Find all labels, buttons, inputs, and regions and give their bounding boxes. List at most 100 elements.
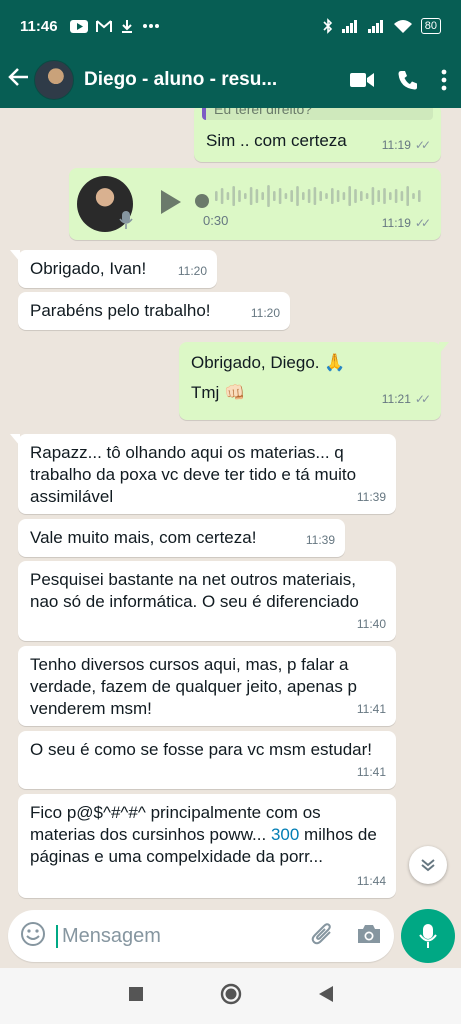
status-time: 11:46 [20, 17, 58, 35]
waveform-bar [215, 191, 218, 201]
message-bubble-incoming[interactable]: O seu é como se fosse para vc msm estuda… [18, 731, 396, 789]
status-right-icons: 80 [323, 18, 441, 34]
message-meta: 11:40 [357, 613, 386, 635]
triangle-back-icon [318, 985, 333, 1002]
waveform-bar [296, 186, 299, 206]
chat-header: Diego - aluno - resu... [0, 52, 461, 108]
message-bubble-incoming[interactable]: Pesquisei bastante na net outros materia… [18, 561, 396, 641]
contact-name[interactable]: Diego - aluno - resu... [84, 69, 294, 91]
double-chevron-down-icon [421, 859, 435, 872]
phone-number-link[interactable]: 300 [271, 825, 299, 844]
quoted-message[interactable]: Eu terei direito? [202, 108, 433, 120]
video-call-button[interactable] [349, 71, 375, 89]
waveform-bar [220, 188, 224, 204]
back-nav-button[interactable] [318, 985, 333, 1007]
message-text: Sim .. com certeza [206, 131, 347, 150]
chat-messages[interactable]: Eu terei direito? Sim .. com certeza 11:… [0, 108, 461, 906]
read-ticks-icon: ✓✓ [414, 392, 431, 406]
message-bubble-incoming[interactable]: Rapazz... tô olhando aqui os materias...… [10, 434, 396, 514]
message-bubble-outgoing[interactable]: Obrigado, Diego. 🙏 Tmj 👊🏻 11:21 ✓✓ [179, 342, 449, 420]
waveform-bar [389, 192, 392, 200]
waveform-bar [418, 190, 421, 202]
attach-button[interactable] [310, 922, 336, 951]
status-bar: 11:46 80 [0, 0, 461, 52]
message-bubble-incoming[interactable]: Obrigado, Ivan! 11:20 [10, 250, 217, 288]
message-bubble-outgoing[interactable]: Eu terei direito? Sim .. com certeza 11:… [194, 108, 441, 162]
more-dots-icon [142, 24, 159, 28]
status-left-icons [69, 19, 160, 33]
signal-icon [341, 20, 357, 33]
gmail-icon [95, 19, 112, 32]
message-time: 11:44 [356, 874, 386, 888]
recents-button[interactable] [128, 986, 143, 1006]
message-time: 11:39 [305, 533, 335, 547]
message-bubble-incoming[interactable]: Parabéns pelo trabalho! 11:20 [18, 292, 290, 330]
bluetooth-icon [323, 18, 332, 34]
waveform-bar [383, 188, 386, 204]
message-time: 11:21 [381, 392, 411, 406]
waveform-bar [261, 192, 264, 200]
message-text: Rapazz... tô olhando aqui os materias...… [30, 443, 357, 506]
message-text: Vale muito mais, com certeza! [30, 528, 257, 547]
battery-level: 80 [420, 18, 441, 34]
waveform-bar [244, 193, 247, 199]
video-call-icon [350, 73, 374, 87]
more-vert-icon [441, 69, 447, 91]
audio-waveform[interactable] [215, 184, 425, 208]
audio-message[interactable]: 0:30 11:19 ✓✓ [69, 168, 441, 240]
waveform-bar [302, 192, 305, 200]
waveform-bar [348, 186, 351, 206]
waveform-bar [406, 186, 409, 206]
message-time: 11:39 [356, 490, 386, 504]
message-meta: 11:41 [357, 698, 386, 720]
waveform-bar [377, 190, 380, 202]
back-arrow-icon [8, 68, 28, 86]
emoji-button[interactable] [20, 921, 46, 952]
audio-duration: 0:30 [203, 213, 229, 228]
paperclip-icon [311, 922, 331, 944]
audio-progress-handle[interactable] [195, 194, 209, 208]
voice-call-button[interactable] [397, 69, 419, 91]
waveform-bar [284, 193, 288, 199]
message-input[interactable] [56, 924, 286, 948]
signal-icon [367, 20, 383, 33]
home-button[interactable] [220, 983, 242, 1010]
message-meta: 11:19 ✓✓ [382, 134, 431, 156]
message-time: 11:20 [250, 306, 280, 320]
waveform-bar [249, 187, 253, 205]
camera-button[interactable] [356, 923, 382, 950]
header-actions [349, 69, 453, 91]
waveform-bar [360, 191, 363, 201]
waveform-bar [273, 191, 276, 201]
back-button[interactable] [6, 66, 32, 94]
wifi-icon [393, 19, 412, 33]
waveform-bar [365, 193, 369, 199]
waveform-bar [354, 189, 357, 203]
waveform-bar [238, 190, 241, 202]
mic-icon [119, 211, 133, 229]
message-time: 11:19 [381, 138, 411, 152]
waveform-bar [336, 190, 340, 202]
message-bubble-incoming[interactable]: Tenho diversos cursos aqui, mas, p falar… [18, 646, 396, 726]
contact-avatar[interactable] [34, 60, 74, 100]
waveform-bar [278, 188, 282, 204]
waveform-bar [255, 189, 259, 203]
message-meta: 11:44 [357, 870, 386, 892]
system-nav-bar [0, 968, 461, 1024]
message-bubble-incoming[interactable]: Vale muito mais, com certeza! 11:39 [18, 519, 345, 557]
message-meta: 11:39 [306, 529, 335, 551]
scroll-to-bottom-button[interactable] [409, 846, 447, 884]
message-time: 11:19 [381, 216, 411, 230]
message-text: O seu é como se fosse para vc msm estuda… [30, 740, 373, 759]
camera-icon [358, 924, 380, 943]
more-options-button[interactable] [441, 69, 447, 91]
voice-record-button[interactable] [401, 909, 455, 963]
message-text: Obrigado, Ivan! [30, 259, 147, 278]
waveform-bar [290, 190, 293, 202]
play-icon[interactable] [159, 188, 183, 216]
message-bubble-incoming[interactable]: Fico p@$^#^#^ principalmente com os mate… [18, 794, 396, 898]
read-ticks-icon: ✓✓ [414, 216, 431, 230]
emoji-icon [21, 921, 45, 946]
waveform-bar [331, 188, 334, 204]
waveform-bar [226, 192, 230, 200]
